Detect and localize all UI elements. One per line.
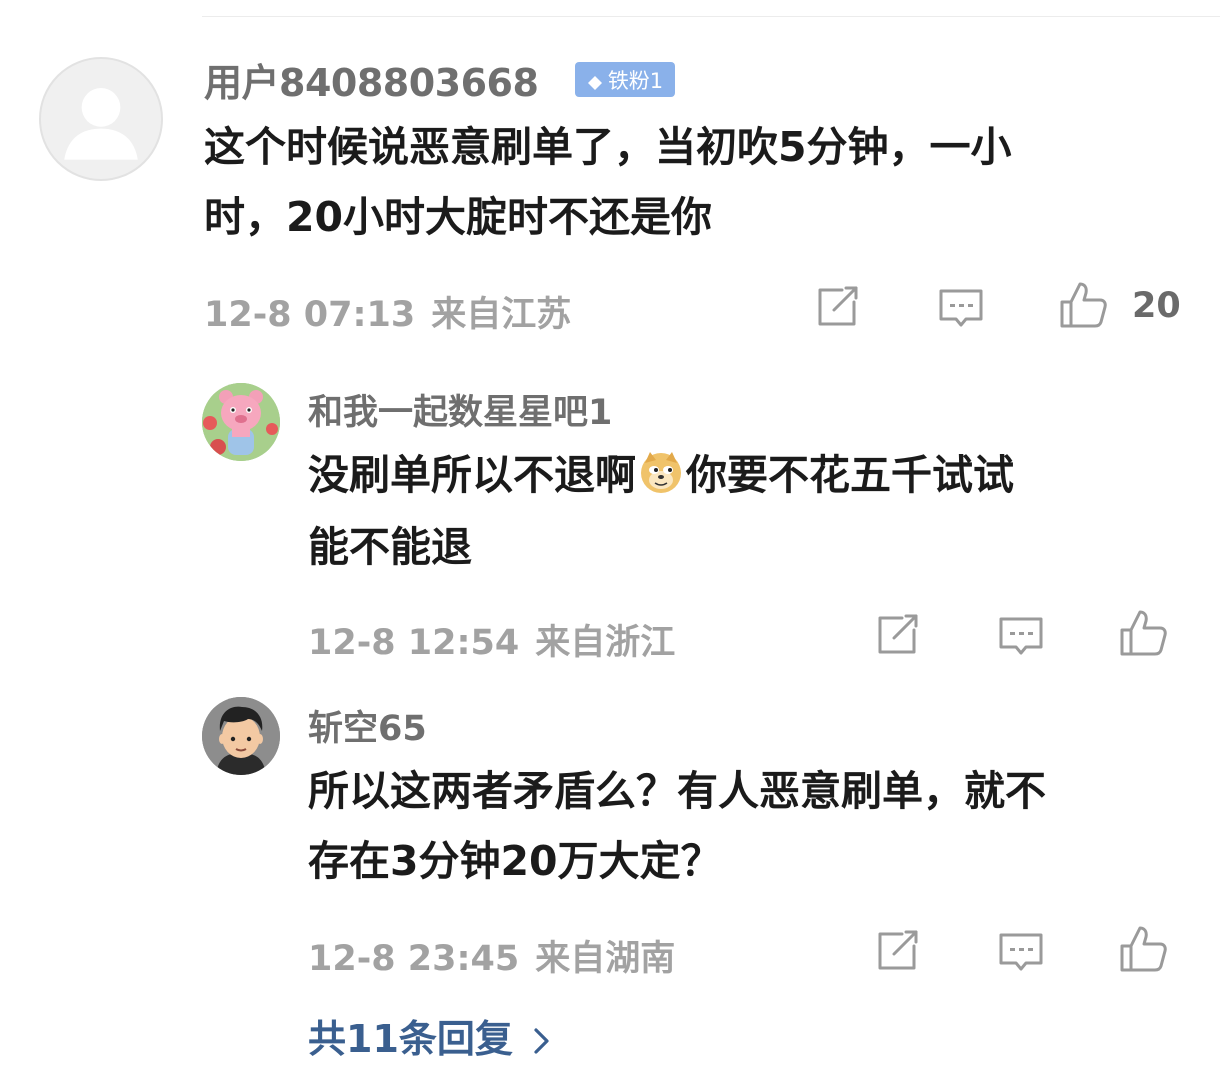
reply2-text-line1: 所以这两者矛盾么？有人恶意刷单，就不 <box>308 767 1046 815</box>
reply1-username[interactable]: 和我一起数星星吧1 <box>308 384 612 435</box>
share-icon[interactable] <box>812 282 862 332</box>
reply1-text-line1: 没刷单所以不退啊 你要不花五千试试 <box>308 440 1014 510</box>
timestamp: 12-8 23:45 <box>308 939 520 979</box>
reply1-text-after-emoji: 你要不花五千试试 <box>686 451 1014 499</box>
like-icon[interactable] <box>1118 924 1168 974</box>
reply2-meta: 12-8 23:45 来自湖南 <box>308 930 675 981</box>
reply1-text-before-emoji: 没刷单所以不退啊 <box>308 451 636 499</box>
avatar-reply2[interactable] <box>202 697 280 775</box>
reply2-username[interactable]: 斩空65 <box>308 700 427 751</box>
reply1-text-line2: 能不能退 <box>308 523 472 571</box>
avatar-default[interactable] <box>39 57 163 181</box>
share-icon[interactable] <box>872 610 922 660</box>
chevron-right-icon <box>531 1021 553 1054</box>
pink-bear-avatar-icon <box>202 383 280 461</box>
comment-icon[interactable] <box>936 283 986 333</box>
main-comment-meta: 12-8 07:13 来自江苏 <box>204 286 571 337</box>
diamond-icon <box>587 72 603 90</box>
default-user-icon <box>64 88 138 160</box>
reply2-text-line2: 存在3分钟20万大定？ <box>308 837 722 885</box>
like-icon[interactable] <box>1058 280 1108 330</box>
comment-thread: 用户8408803668 铁粉1 这个时候说恶意刷单了，当初吹5分钟，一小 时，… <box>0 0 1220 1070</box>
cartoon-boy-avatar-icon <box>202 697 280 775</box>
share-icon[interactable] <box>872 926 922 976</box>
timestamp: 12-8 12:54 <box>308 623 520 663</box>
comment-icon[interactable] <box>996 611 1046 661</box>
view-all-replies-link[interactable]: 共11条回复 <box>308 1008 553 1063</box>
fan-badge[interactable]: 铁粉1 <box>575 62 675 97</box>
main-comment-text-line1: 这个时候说恶意刷单了，当初吹5分钟，一小 <box>204 123 1012 171</box>
location: 来自浙江 <box>535 623 676 663</box>
reply1-meta: 12-8 12:54 来自浙江 <box>308 614 675 665</box>
location: 来自湖南 <box>535 939 676 979</box>
main-comment-username[interactable]: 用户8408803668 <box>204 52 539 107</box>
avatar-reply1[interactable] <box>202 383 280 461</box>
replies-count-label: 共11条回复 <box>308 1017 513 1061</box>
badge-label: 铁粉1 <box>607 68 664 93</box>
comment-icon[interactable] <box>996 927 1046 977</box>
location: 来自江苏 <box>431 295 572 335</box>
like-count: 20 <box>1132 286 1181 326</box>
divider <box>202 16 1220 17</box>
timestamp: 12-8 07:13 <box>204 295 416 335</box>
doge-emoji-icon <box>638 449 684 495</box>
like-icon[interactable] <box>1118 608 1168 658</box>
main-comment-text-line2: 时，20小时大腚时不还是你 <box>204 193 713 241</box>
